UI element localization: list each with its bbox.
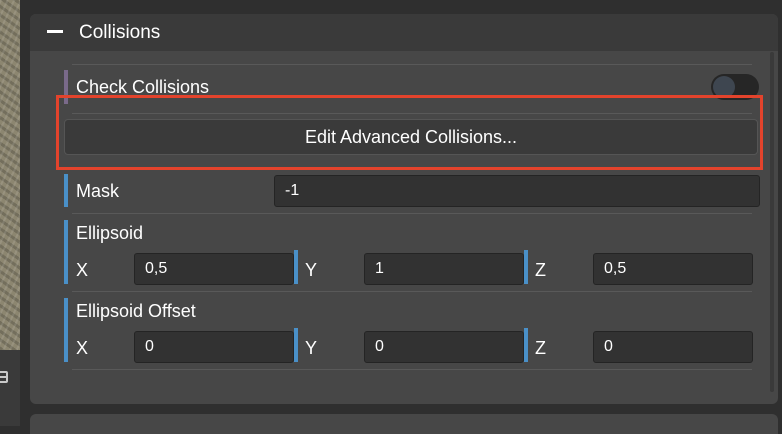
panel-title: Collisions (79, 22, 161, 43)
mask-label: Mask (76, 181, 120, 201)
ellipsoid-x-label: X (76, 260, 89, 280)
axis-accent (524, 250, 528, 284)
ellipsoid-offset-x-input[interactable] (134, 331, 294, 363)
mask-input[interactable] (274, 175, 760, 207)
ellipsoid-y-input[interactable] (364, 253, 524, 285)
highlight-box (56, 95, 763, 170)
axis-accent (294, 328, 298, 362)
row-accent (64, 174, 68, 207)
ellipsoid-y-label: Y (305, 260, 318, 280)
panel-scrollbar[interactable] (770, 52, 774, 392)
axis-accent (294, 250, 298, 284)
ellipsoid-label: Ellipsoid (76, 223, 144, 243)
axis-accent (524, 328, 528, 362)
row-divider (72, 64, 752, 65)
ellipsoid-offset-z-input[interactable] (593, 331, 753, 363)
ellipsoid-offset-label: Ellipsoid Offset (76, 301, 196, 321)
collapse-icon[interactable] (47, 30, 63, 33)
ellipsoid-offset-y-label: Y (305, 338, 318, 358)
row-accent (64, 220, 68, 284)
ellipsoid-z-label: Z (535, 260, 546, 280)
ellipsoid-offset-y-input[interactable] (364, 331, 524, 363)
terrain-viewport (0, 0, 20, 350)
row-divider (72, 291, 752, 292)
ellipsoid-offset-x-label: X (76, 338, 89, 358)
row-divider (72, 213, 752, 214)
ellipsoid-offset-z-label: Z (535, 338, 546, 358)
window-icon[interactable] (0, 371, 8, 383)
row-accent (64, 298, 68, 362)
row-divider (72, 369, 752, 370)
ellipsoid-z-input[interactable] (593, 253, 753, 285)
next-panel-header[interactable] (30, 414, 778, 434)
ellipsoid-x-input[interactable] (134, 253, 294, 285)
